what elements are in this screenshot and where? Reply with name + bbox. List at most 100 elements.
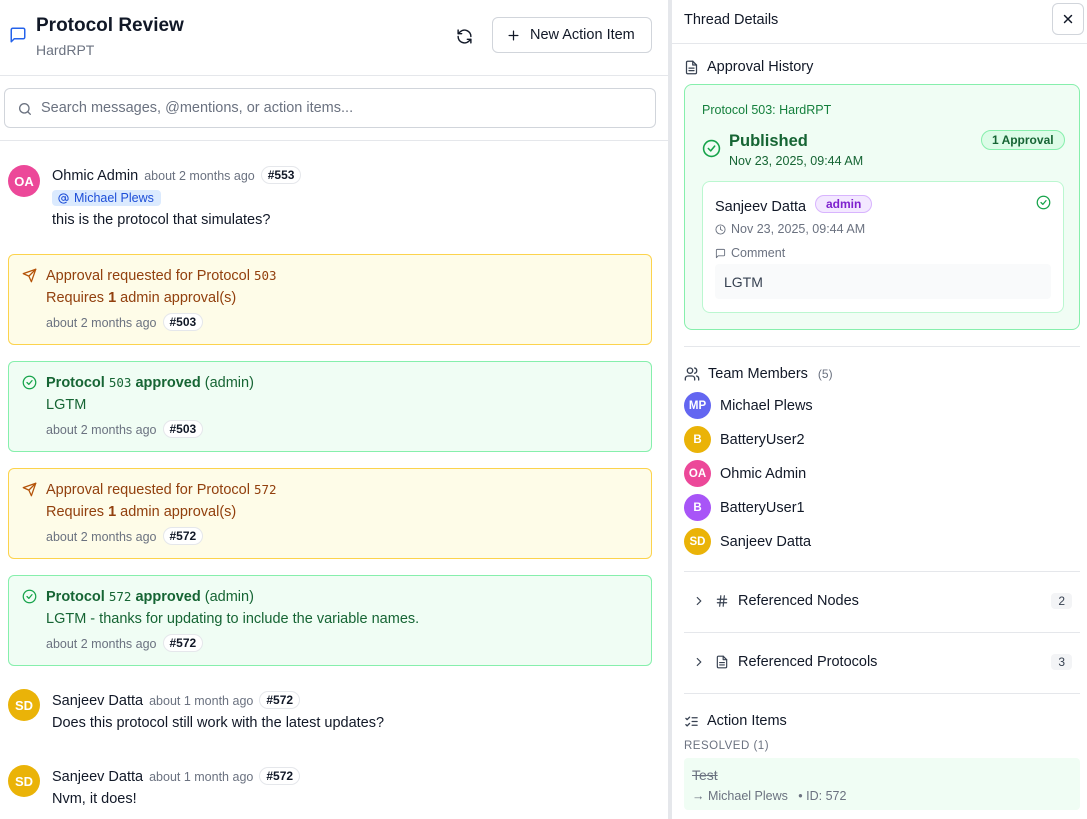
author-name: Ohmic Admin [52,168,139,184]
event-meta: about 2 months ago #503 [46,420,204,438]
list-checks-icon [685,716,698,726]
action-item-title: Test [692,767,718,783]
avatar: OA [8,165,40,197]
clock-icon [715,223,726,235]
check-circle-icon [22,589,37,604]
approval-card: Protocol 572 approved (admin) LGTM - tha… [8,575,652,666]
member-name: BatteryUser1 [720,499,805,516]
approval-request-card: Approval requested for Protocol 503 Requ… [8,254,652,345]
search-box [4,88,656,128]
message-header: Sanjeev Datta about 1 month ago #572 [52,767,301,785]
page-title: Protocol Review [36,15,184,36]
approval-status: Published [729,132,808,150]
approver-date: Nov 23, 2025, 09:44 AM [715,222,865,236]
event-title: Approval requested for Protocol 503 [46,268,277,284]
approval-request-card: Approval requested for Protocol 572 Requ… [8,468,652,559]
hash-icon [716,595,728,607]
timestamp: about 1 month ago [149,694,254,708]
message-header: Ohmic Admin about 2 months ago #553 [52,166,302,184]
count-badge: 2 [1051,593,1072,609]
protocol-number: 572 [253,482,277,497]
mention-chip[interactable]: Michael Plews [52,190,161,206]
thread-details-panel: Thread Details Approval History Protocol… [672,0,1087,819]
protocol-tag[interactable]: #503 [162,420,204,438]
action-item-id: • ID: 572 [798,789,847,803]
member-name: Ohmic Admin [720,465,807,482]
team-member[interactable]: OA Ohmic Admin [684,460,806,487]
search-input[interactable] [41,97,641,119]
role-badge: admin [815,195,873,213]
event-prefix: Protocol [46,589,105,605]
timestamp: about 2 months ago [46,316,157,330]
check-circle-icon [22,375,37,390]
timestamp: about 1 month ago [149,770,254,784]
send-icon [22,482,37,497]
event-prefix: Protocol [46,375,105,391]
team-member[interactable]: SD Sanjeev Datta [684,528,811,555]
check-circle-icon [1036,195,1051,210]
message-text: this is the protocol that simulates? [52,212,271,228]
search-icon [19,103,31,115]
req-count: 1 [108,504,117,520]
plus-icon [508,30,519,40]
approval-summary: Protocol 503: HardRPT Published Nov 23, … [684,84,1080,330]
divider [0,140,668,141]
author-name: Sanjeev Datta [52,693,144,709]
action-items-heading: Action Items [684,713,787,729]
event-meta: about 2 months ago #572 [46,527,204,545]
approval-protocol: Protocol 503: HardRPT [702,103,832,117]
referenced-nodes-toggle[interactable]: Referenced Nodes 2 [692,593,1072,609]
protocol-tag[interactable]: #572 [162,527,204,545]
count-badge: 3 [1051,654,1072,670]
message-item: SD Sanjeev Datta about 1 month ago #572 Do… [0,689,668,739]
refresh-icon [456,28,472,44]
protocol-tag[interactable]: #572 [259,691,301,709]
action-item[interactable]: Test → Michael Plews • ID: 572 [684,758,1080,810]
section-label: Team Members [708,366,808,382]
member-name: Michael Plews [720,397,813,414]
protocol-tag[interactable]: #572 [162,634,204,652]
protocol-tag[interactable]: #572 [259,767,301,785]
avatar: OA [684,460,711,487]
new-action-item-button[interactable]: New Action Item [492,17,652,53]
message-square-icon [715,248,726,258]
referenced-protocols-toggle[interactable]: Referenced Protocols 3 [692,654,1072,670]
team-member[interactable]: B BatteryUser1 [684,494,805,521]
message-header: Sanjeev Datta about 1 month ago #572 [52,691,301,709]
resolved-label: RESOLVED (1) [684,740,770,752]
protocol-tag[interactable]: #553 [260,166,302,184]
event-role: (admin) [204,589,254,605]
team-member[interactable]: MP Michael Plews [684,392,813,419]
timestamp: about 2 months ago [144,169,255,183]
event-title: Protocol 503 approved (admin) [46,375,254,391]
send-icon [22,268,37,283]
approval-date: Nov 23, 2025, 09:44 AM [729,154,864,168]
action-item-assignee: → Michael Plews [692,789,788,803]
protocol-tag[interactable]: #503 [162,313,204,331]
close-button[interactable] [1052,3,1084,35]
event-prefix: Approval requested for Protocol [46,482,250,498]
event-prefix: Approval requested for Protocol [46,268,250,284]
refresh-button[interactable] [452,24,476,48]
conversation-pane: Protocol Review HardRPT New Action Item … [0,0,668,819]
team-member[interactable]: B BatteryUser2 [684,426,805,453]
timestamp: about 2 months ago [46,530,157,544]
event-meta: about 2 months ago #503 [46,313,204,331]
users-icon [684,367,700,381]
approver-name: Sanjeev Datta [715,199,807,215]
section-label: Referenced Nodes [738,593,859,609]
member-count: (5) [817,367,833,381]
avatar: SD [684,528,711,555]
page-subtitle: HardRPT [36,42,95,58]
event-verb: approved [135,375,201,391]
new-action-item-label: New Action Item [530,27,635,43]
thread-header: Protocol Review HardRPT New Action Item [0,0,668,76]
file-text-icon [685,60,698,74]
divider [672,43,1087,44]
approver-card: Sanjeev Datta admin Nov 23, 2025, 09:44 … [702,181,1064,313]
protocol-number: 572 [108,589,132,604]
divider [684,346,1080,347]
mention-name: Michael Plews [74,191,154,205]
section-label: Approval History [707,59,814,75]
event-meta: about 2 months ago #572 [46,634,204,652]
